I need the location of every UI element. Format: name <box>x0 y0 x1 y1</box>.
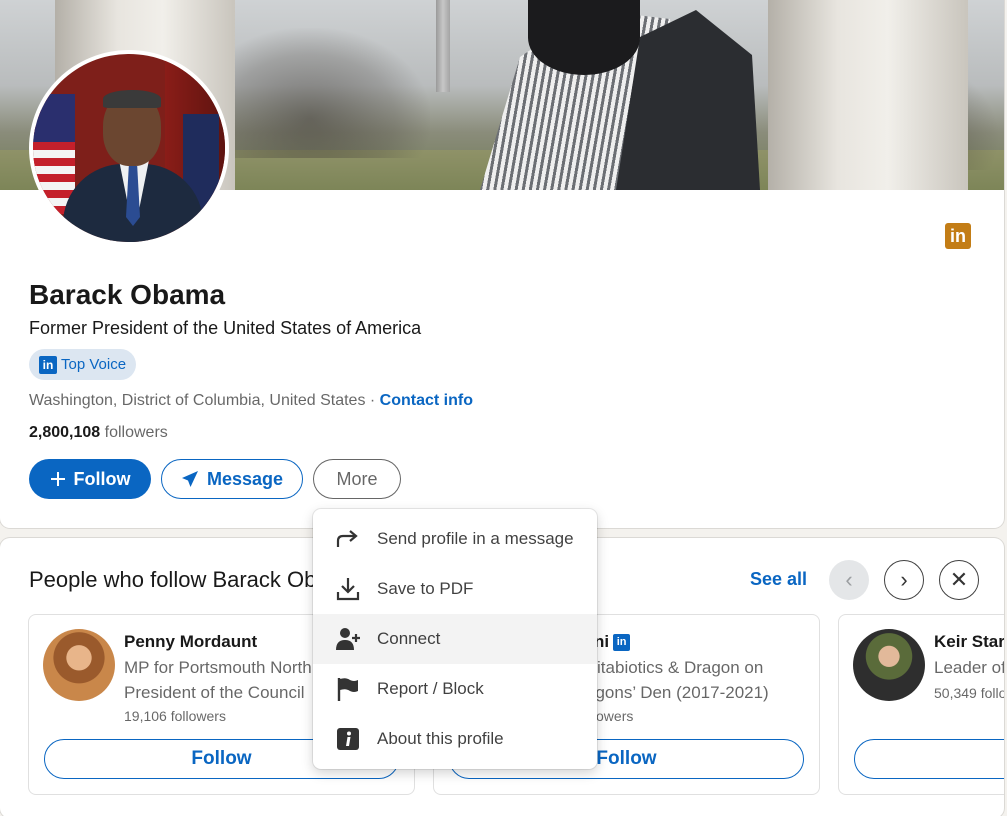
linkedin-icon: in <box>613 633 631 651</box>
download-icon <box>336 578 360 601</box>
location-separator: · <box>365 392 380 409</box>
profile-headline: Former President of the United States of… <box>29 318 422 338</box>
person-name[interactable]: ni in <box>594 632 631 652</box>
menu-item-save-pdf[interactable]: Save to PDF <box>313 564 597 614</box>
chevron-left-icon[interactable]: ‹ <box>829 560 869 600</box>
person-headline: Vitabiotics & Dragon on <box>586 658 764 677</box>
linkedin-logo-icon: in <box>945 223 971 249</box>
person-avatar[interactable] <box>43 629 115 701</box>
info-icon <box>337 728 359 750</box>
person-follow-button[interactable] <box>854 739 1004 779</box>
location-line: Washington, District of Columbia, United… <box>29 392 473 410</box>
menu-item-send-profile[interactable]: Send profile in a message <box>313 514 597 564</box>
add-person-icon <box>336 628 360 650</box>
person-follow-label: Follow <box>596 748 657 769</box>
profile-name: Barack Obama <box>29 279 226 310</box>
top-voice-badge[interactable]: in Top Voice <box>29 349 137 380</box>
menu-item-label: Send profile in a message <box>377 529 574 548</box>
person-card[interactable]: Keir Starmer Leader of 50,349 followers <box>838 614 1004 795</box>
menu-item-label: Report / Block <box>377 679 484 698</box>
person-headline-2: President of the Council <box>124 683 305 702</box>
message-button[interactable]: Message <box>161 459 303 499</box>
person-headline: MP for Portsmouth North <box>124 658 312 677</box>
more-dropdown-menu: Send profile in a message Save to PDF Co… <box>313 509 597 769</box>
profile-avatar[interactable] <box>29 50 229 246</box>
followers-count[interactable]: 2,800,108 followers <box>29 424 168 442</box>
send-icon <box>181 471 198 487</box>
plus-icon <box>50 472 65 486</box>
menu-item-connect[interactable]: Connect <box>313 614 597 664</box>
person-name[interactable]: Keir Starmer <box>934 632 1004 652</box>
person-followers: 19,106 followers <box>124 708 226 724</box>
followers-label: followers <box>100 424 168 441</box>
profile-card: in Barack Obama Former President of the … <box>0 0 1004 528</box>
person-name[interactable]: Penny Mordaunt <box>124 632 257 652</box>
person-avatar[interactable] <box>853 629 925 701</box>
follow-button[interactable]: Follow <box>29 459 151 499</box>
top-voice-label: Top Voice <box>61 356 127 373</box>
monument-image <box>436 0 450 92</box>
more-button[interactable]: More <box>313 459 401 499</box>
see-all-link[interactable]: See all <box>750 569 807 590</box>
person-headline: Leader of <box>934 658 1004 677</box>
menu-item-label: Connect <box>377 629 441 648</box>
flag-icon <box>337 678 358 701</box>
menu-item-about-profile[interactable]: About this profile <box>313 714 597 764</box>
person-followers: 50,349 followers <box>934 685 1004 701</box>
share-arrow-icon <box>336 530 358 547</box>
person-follow-label: Follow <box>191 748 252 769</box>
close-icon[interactable]: ✕ <box>939 560 979 600</box>
menu-item-label: About this profile <box>377 729 504 748</box>
menu-item-report-block[interactable]: Report / Block <box>313 664 597 714</box>
location-text: Washington, District of Columbia, United… <box>29 392 366 409</box>
message-button-label: Message <box>206 468 284 489</box>
contact-info-link[interactable]: Contact info <box>380 392 473 409</box>
menu-item-label: Save to PDF <box>377 579 474 598</box>
chevron-right-icon[interactable]: › <box>884 560 924 600</box>
person-headline-2: agons’ Den (2017-2021) <box>586 683 769 702</box>
follow-button-label: Follow <box>73 468 131 489</box>
followers-number: 2,800,108 <box>29 424 101 441</box>
more-button-label: More <box>336 468 378 489</box>
linkedin-icon: in <box>39 355 57 374</box>
